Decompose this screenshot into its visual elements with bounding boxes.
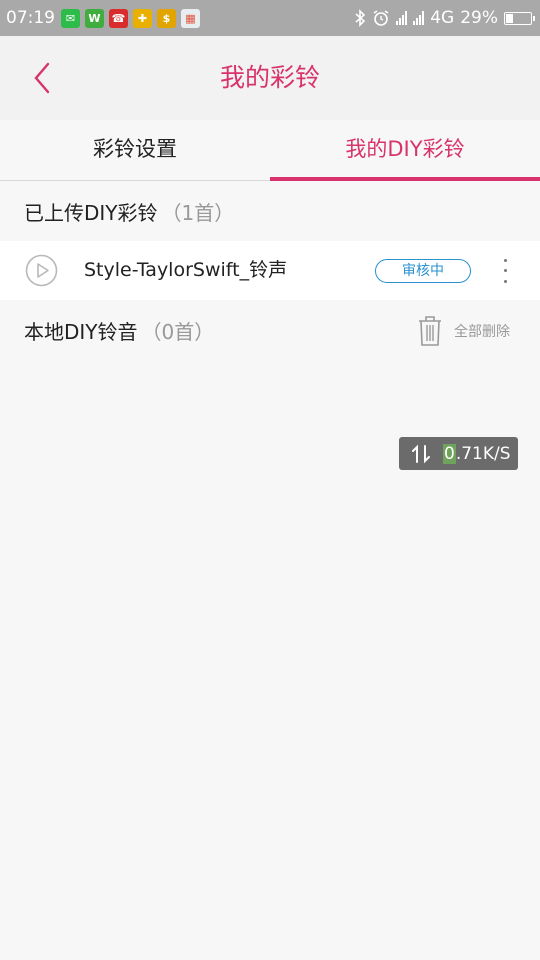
speed-value: .71K/S [455,443,511,464]
network-speed-indicator: 0 .71K/S [399,437,518,470]
transfer-arrows-icon [399,444,443,464]
gallery-icon: ▦ [181,8,200,28]
play-icon[interactable] [25,254,58,287]
delete-all-label: 全部删除 [454,324,510,340]
bluetooth-icon [355,9,366,27]
song-title: Style-TaylorSwift_铃声 [84,259,288,281]
local-section-title: 本地DIY铃音 [24,319,138,344]
news-icon: ☎ [109,8,128,28]
uploaded-section-header: 已上传DIY彩铃 （1首） [0,181,540,241]
uploaded-section-count: （1首） [161,200,235,225]
local-section-count: （0首） [141,319,215,344]
uploaded-section-title: 已上传DIY彩铃 [24,200,158,225]
signal-icon [396,11,408,25]
status-bar-left: 07:19 ✉ W ☎ ✚ $ ▦ [6,8,200,28]
tab-ringback-settings[interactable]: 彩铃设置 [0,120,270,180]
wechat-icon: ✉ [61,8,80,28]
game-icon: ✚ [133,8,152,28]
page-title: 我的彩铃 [219,63,320,92]
delete-all-button[interactable]: 全部删除 [418,312,510,350]
tab-bar: 彩铃设置 我的DIY彩铃 [0,120,540,181]
tab-my-diy-ringback[interactable]: 我的DIY彩铃 [270,120,540,181]
app-header: 我的彩铃 [0,36,540,120]
status-bar: 07:19 ✉ W ☎ ✚ $ ▦ 4G 29% [0,0,540,36]
trash-icon [419,316,441,346]
more-dot-icon [503,280,507,284]
more-dot-icon [503,258,507,262]
more-options-button[interactable] [496,255,514,287]
speed-value-highlight: 0 [443,443,456,464]
battery-percent: 29% [460,8,498,28]
network-type: 4G [430,8,455,28]
alarm-icon [373,10,389,26]
coin-app-icon: $ [157,8,176,28]
status-bar-right: 4G 29% [354,8,535,28]
wps-icon: W [85,8,104,28]
notification-icons: ✉ W ☎ ✚ $ ▦ [61,8,200,28]
clock: 07:19 [6,8,55,28]
signal-4g-icon [413,11,425,25]
list-item[interactable]: Style-TaylorSwift_铃声 审核中 [0,241,540,300]
more-dot-icon [503,269,507,273]
battery-icon [504,11,535,25]
status-badge: 审核中 [375,259,471,283]
